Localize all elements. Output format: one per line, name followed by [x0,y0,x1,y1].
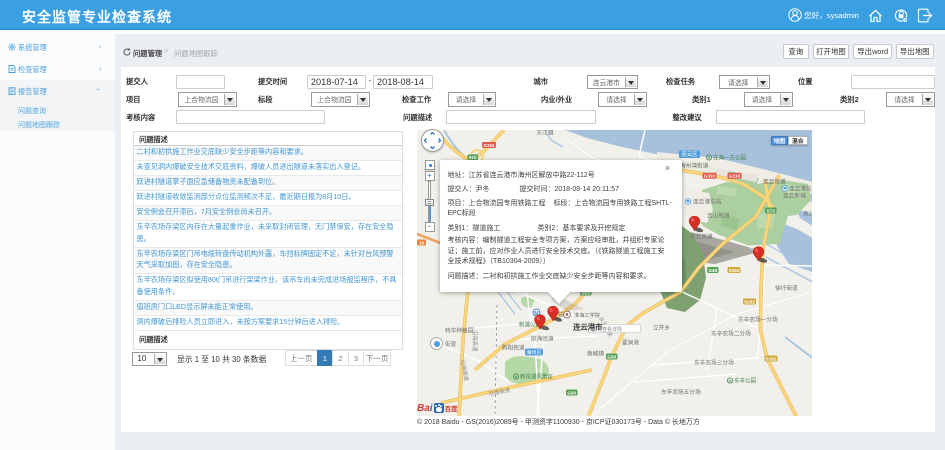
svg-text:10: 10 [418,240,424,245]
svg-text:S262: S262 [765,356,776,361]
svg-text:连云港市: 连云港市 [573,323,603,332]
svg-text:连云新城: 连云新城 [783,192,806,200]
svg-text:南城镇: 南城镇 [587,350,604,358]
svg-text:连云街道: 连云街道 [763,178,786,186]
svg-text:在海一方公园: 在海一方公园 [713,154,747,162]
svg-text:东辛农场五分场: 东辛农场五分场 [661,388,701,396]
svg-text:站: 站 [558,310,564,318]
svg-text:立井乡: 立井乡 [653,324,670,332]
svg-text:新浦公园: 新浦公园 [519,321,542,329]
svg-text:航海街道: 航海街道 [531,335,554,343]
svg-text:木: 木 [707,155,711,161]
svg-text:连云港东站: 连云港东站 [693,198,722,206]
svg-text:海州湾街道: 海州湾街道 [680,162,709,170]
svg-text:G48: G48 [708,268,717,273]
svg-text:S73: S73 [766,208,775,213]
svg-text:中云街道: 中云街道 [690,233,713,241]
svg-text:S262: S262 [728,268,739,273]
svg-text:东辛农场一分场: 东辛农场一分场 [738,316,778,324]
svg-text:G30: G30 [607,354,616,359]
svg-text:夏涧湫: 夏涧湫 [622,339,639,347]
svg-text:高公: 高公 [803,210,813,218]
svg-text:木: 木 [514,374,518,380]
svg-text:海州区: 海州区 [526,348,542,356]
svg-text:沿海高速: 沿海高速 [471,330,479,352]
svg-text:东江镇: 东江镇 [536,130,553,137]
svg-text:连云区: 连云区 [681,150,698,158]
svg-text:M: M [534,311,538,317]
svg-text:东辛农场三分场: 东辛农场三分场 [694,359,734,367]
svg-text:徐圩街道: 徐圩街道 [775,284,798,292]
svg-text:淮海工学院: 淮海工学院 [574,311,601,319]
svg-text:G204: G204 [483,143,495,148]
svg-text:G30: G30 [567,390,576,395]
svg-text:东辛公园: 东辛公园 [734,377,757,385]
svg-text:连云港站: 连云港站 [789,185,812,193]
svg-text:G310: G310 [703,174,715,179]
svg-text:朐阳街道: 朐阳街道 [502,344,525,352]
svg-text:新花湖风景区: 新花湖风景区 [520,373,554,381]
svg-text:特华种植园: 特华种植园 [445,327,474,335]
svg-text:G310: G310 [728,174,740,179]
svg-text:S262: S262 [744,299,755,304]
svg-text:云山街道: 云山街道 [707,212,730,220]
svg-text:东辛农场二分场: 东辛农场二分场 [711,330,751,338]
svg-text:木: 木 [728,378,732,384]
